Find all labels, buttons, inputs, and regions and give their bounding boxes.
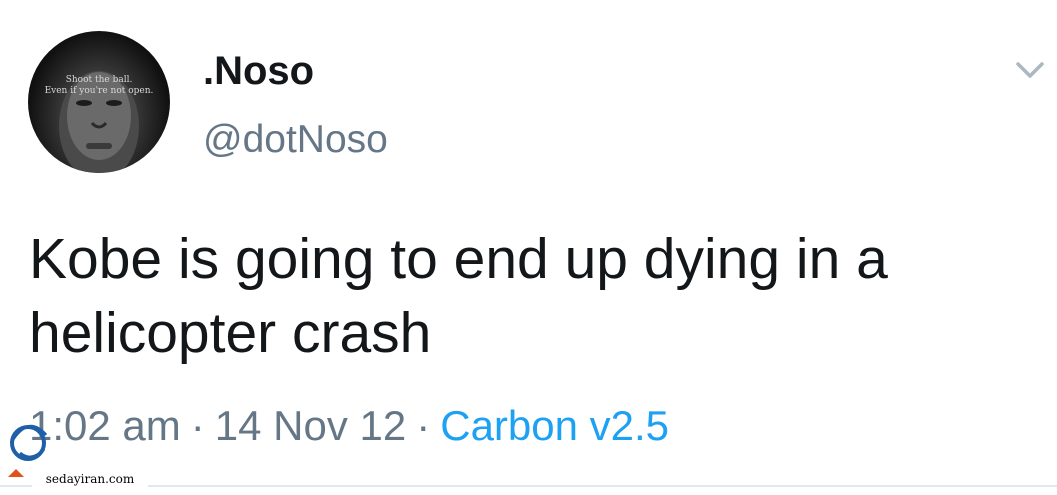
meta-separator: ·: [416, 402, 431, 449]
chevron-down-icon[interactable]: [1014, 58, 1046, 82]
avatar-portrait: [59, 71, 139, 173]
divider: [0, 485, 1057, 487]
meta-separator: ·: [190, 402, 205, 449]
tweet-source-link[interactable]: Carbon v2.5: [440, 402, 669, 449]
display-name[interactable]: .Noso: [203, 48, 314, 94]
avatar-quote: Shoot the ball. Even if you're not open.: [28, 75, 170, 97]
tweet-date[interactable]: 14 Nov 12: [215, 402, 406, 449]
watermark-text: sedayiran.com: [32, 471, 148, 487]
avatar[interactable]: Shoot the ball. Even if you're not open.: [28, 31, 170, 173]
avatar-quote-line1: Shoot the ball.: [65, 75, 133, 85]
tweet-text: Kobe is going to end up dying in a helic…: [29, 227, 888, 365]
user-handle[interactable]: @dotNoso: [203, 117, 388, 163]
tweet-card: Shoot the ball. Even if you're not open.…: [0, 0, 1057, 495]
avatar-quote-line2: Even if you're not open.: [44, 86, 154, 96]
